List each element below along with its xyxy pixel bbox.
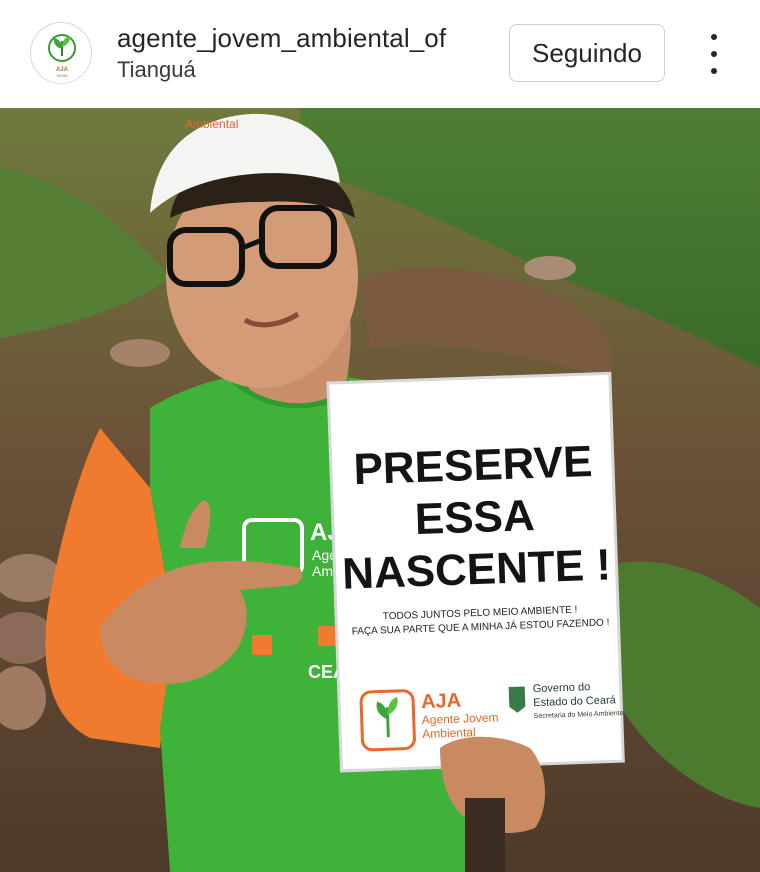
user-info: agente_jovem_ambiental_of Tianguá [117,22,446,85]
following-button[interactable]: Seguindo [509,24,665,82]
photo-illustration: Ambiental AJA Agente Ambien CEAR PRESERV… [0,108,760,872]
svg-text:SEMA: SEMA [56,73,68,78]
location-link[interactable]: Tianguá [117,55,446,85]
aja-logo-icon: AJA SEMA [32,24,91,83]
svg-text:ESSA: ESSA [414,491,535,544]
svg-text:AJA: AJA [421,690,462,713]
dot [711,51,717,57]
svg-text:Agente Jovem: Agente Jovem [422,710,499,727]
rock [524,256,576,280]
sign-stake [465,798,505,872]
rock [110,339,170,367]
username-link[interactable]: agente_jovem_ambiental_of [117,22,446,54]
post-photo[interactable]: Ambiental AJA Agente Ambien CEAR PRESERV… [0,108,760,872]
svg-text:NASCENTE !: NASCENTE ! [341,540,611,598]
svg-text:PRESERVE: PRESERVE [353,437,593,494]
profile-avatar[interactable]: AJA SEMA [30,22,92,84]
svg-text:Ambiental: Ambiental [185,117,238,131]
preserve-sign: PRESERVE ESSA NASCENTE ! TODOS JUNTOS PE… [326,371,625,773]
svg-text:Governo do: Governo do [533,681,591,695]
more-options-icon[interactable] [700,34,728,74]
dot [711,34,717,40]
dot [711,68,717,74]
shirt-icon-square [252,635,272,655]
post-header: AJA SEMA agente_jovem_ambiental_of Tiang… [0,0,760,108]
